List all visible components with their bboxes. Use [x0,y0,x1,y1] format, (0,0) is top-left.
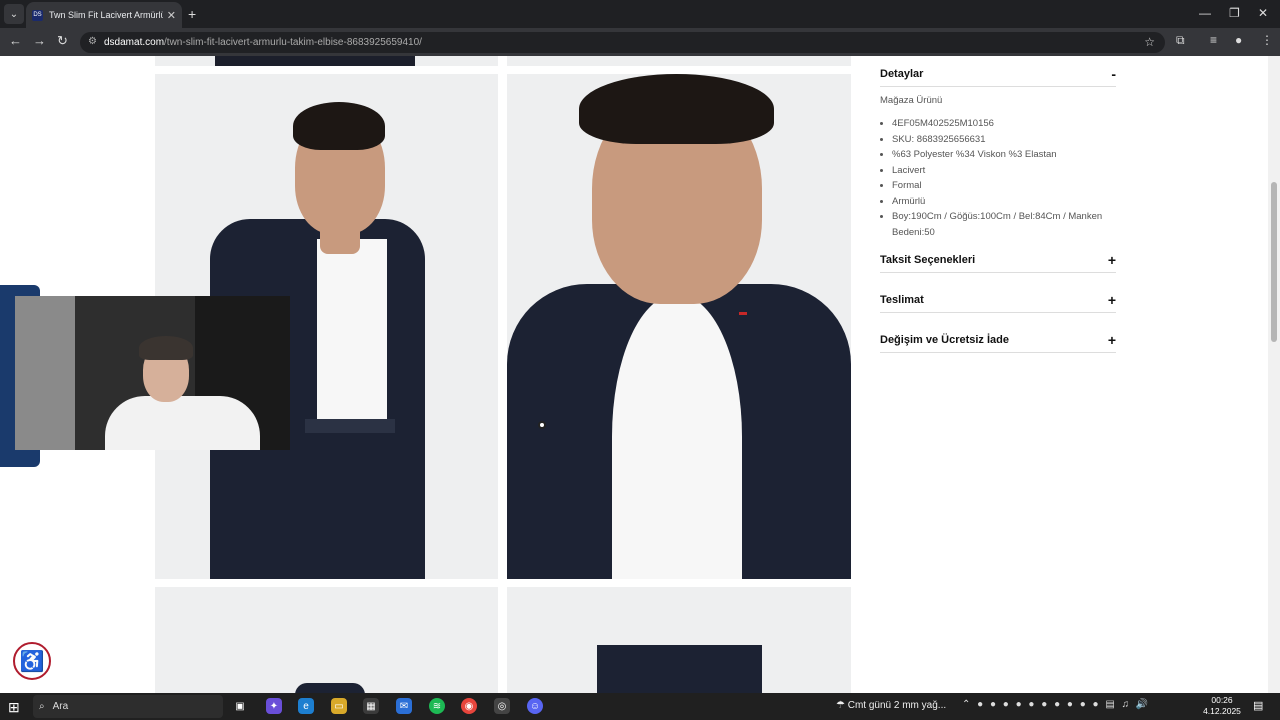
store-product-label: Mağaza Ürünü [880,95,943,106]
page-scrollbar[interactable] [1268,56,1280,693]
product-image-bottom-right[interactable] [507,587,851,693]
accordion-delivery-header: Teslimat + [880,292,1116,313]
accordion-delivery[interactable]: Teslimat + [880,292,1116,313]
media-icon[interactable]: ≡ [1210,33,1217,47]
new-tab-icon[interactable]: + [188,6,196,22]
accordion-installments[interactable]: Taksit Seçenekleri + [880,252,1116,273]
browser-tab[interactable]: DS Twn Slim Fit Lacivert Armürlü Ta ✕ [26,2,182,28]
date: 4.12.2025 [1203,706,1241,716]
store-icon[interactable]: ▦ [363,698,379,714]
product-image-top-left[interactable] [155,56,498,66]
accordion-returns-header: Değişim ve Ücretsiz İade + [880,332,1116,353]
accordion-label: Değişim ve Ücretsiz İade [880,334,1010,346]
tab-search-icon[interactable]: ⌄ [4,4,24,24]
close-tab-icon[interactable]: ✕ [167,9,176,22]
minimize-icon[interactable]: — [1199,6,1211,20]
reload-icon[interactable]: ↻ [57,33,68,49]
product-image-top-right[interactable] [507,56,851,66]
spec-item: SKU: 8683925656631 [892,132,1116,148]
expand-icon[interactable]: + [1108,252,1116,268]
time: 00:26 [1211,695,1233,705]
profile-avatar-icon[interactable]: ● [1235,33,1242,47]
expand-icon[interactable]: + [1108,292,1116,308]
spec-item: 4EF05M402525M10156 [892,116,1116,132]
rain-icon: ☂ [836,700,848,711]
product-image-bottom-left[interactable] [155,587,498,693]
spec-item: Armürlü [892,194,1116,210]
tab-title: Twn Slim Fit Lacivert Armürlü Ta [49,10,163,20]
accordion-label: Taksit Seçenekleri [880,254,976,266]
spec-item: Boy:190Cm / Göğüs:100Cm / Bel:84Cm / Man… [892,209,1116,240]
obs-icon[interactable]: ◎ [494,698,510,714]
accessibility-icon[interactable]: ♿ [13,642,51,680]
mouse-cursor [538,421,546,429]
copilot-icon[interactable]: ✦ [266,698,282,714]
browser-tab-bar: ⌄ DS Twn Slim Fit Lacivert Armürlü Ta ✕ … [0,0,1280,28]
expand-icon[interactable]: + [1108,332,1116,348]
system-tray[interactable]: ⌃ ● ● ● ● ● ● ● ● ● ● ▤ ♫ 🔊 [962,699,1150,710]
accordion-returns[interactable]: Değişim ve Ücretsiz İade + [880,332,1116,353]
spec-item: Formal [892,178,1116,194]
menu-icon[interactable]: ⋮ [1261,33,1273,47]
file-explorer-icon[interactable]: ▭ [331,698,347,714]
close-window-icon[interactable]: ✕ [1258,6,1268,20]
taskbar-search-text: Ara [52,701,69,712]
discord-icon[interactable]: ☺ [527,698,543,714]
spec-item: %63 Polyester %34 Viskon %3 Elastan [892,147,1116,163]
taskbar-search[interactable]: ⌕ Ara [33,695,223,718]
clock[interactable]: 00:26 4.12.2025 [1200,695,1244,717]
edge-icon[interactable]: e [298,698,314,714]
details-title: Detaylar [880,68,924,80]
browser-toolbar: ← → ↻ ⚙ dsdamat.com/twn-slim-fit-laciver… [0,28,1280,56]
bookmark-star-icon[interactable]: ☆ [1144,35,1155,49]
mail-icon[interactable]: ✉ [396,698,412,714]
product-image-closeup[interactable] [507,74,851,579]
address-bar[interactable]: ⚙ dsdamat.com/twn-slim-fit-lacivert-armu… [80,32,1165,53]
spotify-icon[interactable]: ≋ [429,698,445,714]
windows-taskbar: ⊞ ⌕ Ara ▣ ✦ e ▭ ▦ ✉ ≋ ◉ ◎ ☺ ☂ Cmt günü 2… [0,693,1280,720]
webcam-overlay [15,296,290,450]
back-icon[interactable]: ← [9,33,22,48]
details-section: Detaylar - Mağaza Ürünü 4EF05M402525M101… [880,66,1116,240]
search-icon: ⌕ [39,701,45,712]
accordion-installments-header: Taksit Seçenekleri + [880,252,1116,273]
chrome-icon[interactable]: ◉ [461,698,477,714]
site-info-icon[interactable]: ⚙ [88,36,97,47]
restore-icon[interactable]: ❐ [1229,6,1240,20]
weather-widget[interactable]: ☂ Cmt günü 2 mm yağ... [836,700,946,711]
notification-icon[interactable]: ▤ [1253,699,1263,712]
details-accordion-header[interactable]: Detaylar - [880,66,1116,87]
spec-list: 4EF05M402525M10156 SKU: 8683925656631 %6… [880,116,1116,240]
spec-item: Lacivert [892,163,1116,179]
windows-start-icon[interactable]: ⊞ [8,699,20,716]
url-host: dsdamat.com [104,37,165,48]
accordion-label: Teslimat [880,294,924,306]
weather-text: Cmt günü 2 mm yağ... [847,700,947,711]
forward-icon[interactable]: → [33,33,46,48]
favicon: DS [32,9,43,21]
task-view-icon[interactable]: ▣ [232,698,248,714]
scrollbar-thumb[interactable] [1271,182,1277,342]
collapse-icon[interactable]: - [1111,66,1116,82]
url-path: /twn-slim-fit-lacivert-armurlu-takim-elb… [164,37,422,48]
extensions-icon[interactable]: ⧉ [1176,33,1185,48]
